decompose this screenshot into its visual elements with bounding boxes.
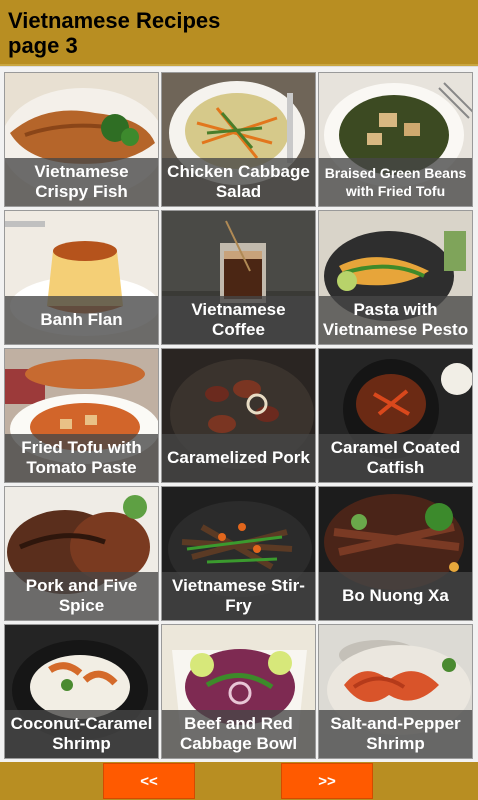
recipe-tile[interactable]: Vietnamese Stir-Fry — [161, 486, 316, 621]
recipe-title: Salt-and-Pepper Shrimp — [319, 710, 472, 758]
recipe-tile[interactable]: Banh Flan — [4, 210, 159, 345]
recipe-title: Fried Tofu with Tomato Paste — [5, 434, 158, 482]
previous-page-button[interactable]: << — [103, 763, 195, 799]
recipe-tile[interactable]: Pasta with Vietnamese Pesto — [318, 210, 473, 345]
recipe-title: Pork and Five Spice — [5, 572, 158, 620]
recipe-tile[interactable]: Braised Green Beans with Fried Tofu — [318, 72, 473, 207]
recipe-tile[interactable]: Fried Tofu with Tomato Paste — [4, 348, 159, 483]
recipe-title: Coconut-Caramel Shrimp — [5, 710, 158, 758]
recipe-title: Vietnamese Crispy Fish — [5, 158, 158, 206]
recipe-title: Vietnamese Stir-Fry — [162, 572, 315, 620]
recipe-title: Banh Flan — [5, 296, 158, 344]
recipe-grid: Vietnamese Crispy Fish Chicken Cabbage S… — [0, 66, 478, 762]
recipe-title: Caramelized Pork — [162, 434, 315, 482]
recipe-tile[interactable]: Beef and Red Cabbage Bowl — [161, 624, 316, 759]
app-title: Vietnamese Recipes — [8, 8, 221, 33]
recipe-title: Beef and Red Cabbage Bowl — [162, 710, 315, 758]
recipe-tile[interactable]: Caramelized Pork — [161, 348, 316, 483]
recipe-title: Pasta with Vietnamese Pesto — [319, 296, 472, 344]
recipe-title: Bo Nuong Xa — [319, 572, 472, 620]
recipe-title: Vietnamese Coffee — [162, 296, 315, 344]
pagination-bar: << >> — [0, 762, 478, 800]
recipe-title: Braised Green Beans with Fried Tofu — [319, 158, 472, 206]
recipe-tile[interactable]: Bo Nuong Xa — [318, 486, 473, 621]
page-indicator: page 3 — [8, 33, 78, 58]
recipe-tile[interactable]: Vietnamese Coffee — [161, 210, 316, 345]
app-header: Vietnamese Recipes page 3 — [0, 0, 478, 66]
recipe-tile[interactable]: Caramel Coated Catfish — [318, 348, 473, 483]
recipe-tile[interactable]: Pork and Five Spice — [4, 486, 159, 621]
recipe-tile[interactable]: Vietnamese Crispy Fish — [4, 72, 159, 207]
recipe-tile[interactable]: Chicken Cabbage Salad — [161, 72, 316, 207]
next-page-button[interactable]: >> — [281, 763, 373, 799]
recipe-title: Caramel Coated Catfish — [319, 434, 472, 482]
recipe-tile[interactable]: Coconut-Caramel Shrimp — [4, 624, 159, 759]
recipe-tile[interactable]: Salt-and-Pepper Shrimp — [318, 624, 473, 759]
recipe-title: Chicken Cabbage Salad — [162, 158, 315, 206]
